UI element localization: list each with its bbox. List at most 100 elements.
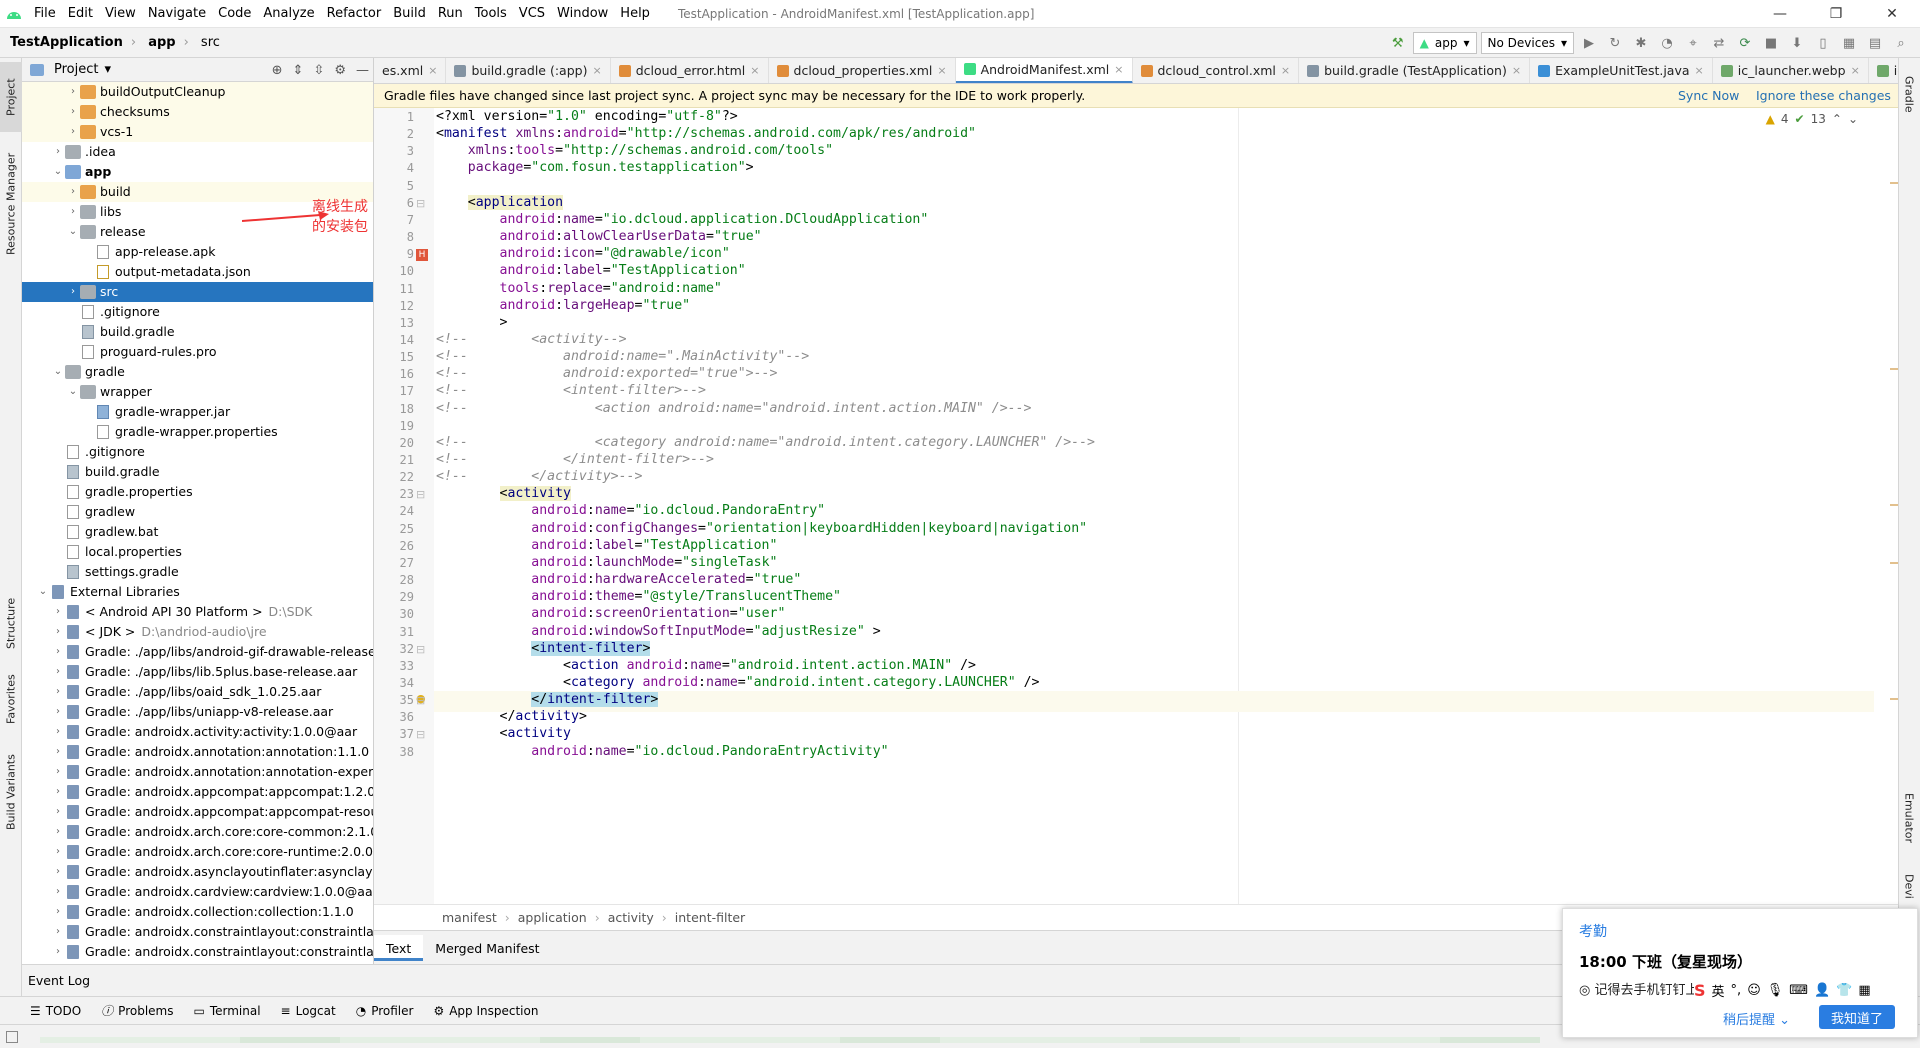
expand-arrow-icon[interactable]: › bbox=[66, 202, 80, 222]
tree-item[interactable]: › Gradle: androidx.appcompat:appcompat-re… bbox=[22, 802, 373, 822]
ignore-changes-link[interactable]: Ignore these changes bbox=[1756, 84, 1891, 108]
menu-tools[interactable]: Tools bbox=[469, 0, 513, 28]
menu-view[interactable]: View bbox=[99, 0, 142, 28]
tool-tab-project[interactable]: Project bbox=[0, 62, 22, 132]
tree-item[interactable]: settings.gradle bbox=[22, 562, 373, 582]
close-tab-icon[interactable]: × bbox=[1512, 64, 1521, 77]
expand-arrow-icon[interactable]: › bbox=[51, 802, 65, 822]
project-structure-icon[interactable]: ▤ bbox=[1864, 32, 1886, 54]
gear-icon[interactable]: ⚙ bbox=[334, 63, 346, 78]
fold-icon[interactable]: ⊟ bbox=[416, 488, 425, 501]
tree-item[interactable]: local.properties bbox=[22, 542, 373, 562]
tree-item[interactable]: gradle-wrapper.jar bbox=[22, 402, 373, 422]
tree-item[interactable]: › Gradle: ./app/libs/android-gif-drawable… bbox=[22, 642, 373, 662]
close-icon[interactable]: ✕ bbox=[1864, 0, 1920, 28]
expand-arrow-icon[interactable]: › bbox=[51, 702, 65, 722]
debug-icon[interactable]: ✱ bbox=[1630, 32, 1652, 54]
tree-item[interactable]: gradlew bbox=[22, 502, 373, 522]
tree-item[interactable]: build.gradle bbox=[22, 322, 373, 342]
event-log-title[interactable]: Event Log bbox=[28, 973, 90, 988]
close-tab-icon[interactable]: × bbox=[1281, 64, 1290, 77]
expand-arrow-icon[interactable]: › bbox=[51, 682, 65, 702]
tree-item[interactable]: ⌄ wrapper bbox=[22, 382, 373, 402]
expand-arrow-icon[interactable]: › bbox=[66, 282, 80, 302]
expand-arrow-icon[interactable]: › bbox=[51, 642, 65, 662]
tree-item[interactable]: › checksums bbox=[22, 102, 373, 122]
tree-item[interactable]: › Gradle: ./app/libs/oaid_sdk_1.0.25.aar bbox=[22, 682, 373, 702]
maximize-icon[interactable]: ❐ bbox=[1808, 0, 1864, 28]
status-toggle-icon[interactable] bbox=[6, 1031, 18, 1043]
editor-tab[interactable]: ExampleUnitTest.java × bbox=[1530, 58, 1713, 83]
hide-icon[interactable]: — bbox=[356, 63, 369, 78]
expand-all-icon[interactable]: ⇕ bbox=[293, 63, 304, 78]
expand-arrow-icon[interactable]: ⌄ bbox=[51, 162, 65, 182]
close-tab-icon[interactable]: × bbox=[750, 64, 759, 77]
tree-item[interactable]: › buildOutputCleanup bbox=[22, 82, 373, 102]
expand-arrow-icon[interactable]: ⌄ bbox=[66, 222, 80, 242]
menu-vcs[interactable]: VCS bbox=[513, 0, 551, 28]
close-tab-icon[interactable]: × bbox=[592, 64, 601, 77]
tree-item[interactable]: › Gradle: androidx.arch.core:core-runtime… bbox=[22, 842, 373, 862]
remind-later-button[interactable]: 稍后提醒 ⌄ bbox=[1723, 1009, 1790, 1028]
code-line[interactable]: package="com.fosun.testapplication"> bbox=[436, 157, 754, 178]
tree-item[interactable]: app-release.apk bbox=[22, 242, 373, 262]
scroll-marker[interactable] bbox=[1890, 368, 1898, 370]
avd-manager-icon[interactable]: ▯ bbox=[1812, 32, 1834, 54]
menu-help[interactable]: Help bbox=[614, 0, 656, 28]
sync-gradle-icon[interactable]: ⟳ bbox=[1734, 32, 1756, 54]
expand-arrow-icon[interactable]: › bbox=[51, 842, 65, 862]
menu-run[interactable]: Run bbox=[432, 0, 469, 28]
expand-arrow-icon[interactable]: ⌄ bbox=[36, 582, 50, 602]
expand-arrow-icon[interactable]: › bbox=[51, 762, 65, 782]
search-icon[interactable]: ⌕ bbox=[1890, 32, 1912, 54]
editor-tab[interactable]: dcloud_error.html × bbox=[611, 58, 769, 83]
tool-tab-resource-manager[interactable]: Resource Manager bbox=[0, 144, 22, 264]
tree-item[interactable]: › vcs-1 bbox=[22, 122, 373, 142]
breadcrumb-intent-filter[interactable]: intent-filter bbox=[675, 910, 745, 925]
minimize-icon[interactable]: — bbox=[1752, 0, 1808, 28]
menu-refactor[interactable]: Refactor bbox=[321, 0, 388, 28]
attach-debugger-icon[interactable]: ⌖ bbox=[1682, 32, 1704, 54]
tree-item[interactable]: gradle.properties bbox=[22, 482, 373, 502]
tree-item[interactable]: .gitignore bbox=[22, 302, 373, 322]
expand-arrow-icon[interactable]: ⌄ bbox=[66, 382, 80, 402]
tree-item[interactable]: › < Android API 30 Platform > D:\SDK bbox=[22, 602, 373, 622]
logcat-tab[interactable]: ≡ Logcat bbox=[281, 1004, 336, 1018]
editor-tab[interactable]: AndroidManifest.xml × bbox=[955, 58, 1133, 83]
tool-tab-device[interactable]: Devi bbox=[1898, 866, 1920, 906]
profile-icon[interactable]: ◔ bbox=[1656, 32, 1678, 54]
expand-arrow-icon[interactable]: › bbox=[51, 882, 65, 902]
expand-arrow-icon[interactable]: › bbox=[51, 622, 65, 642]
expand-arrow-icon[interactable]: › bbox=[66, 122, 80, 142]
editor-tab[interactable]: build.gradle (:app) × bbox=[446, 58, 611, 83]
scroll-marker[interactable] bbox=[1890, 182, 1898, 184]
editor-tab[interactable]: es.xml × bbox=[374, 58, 447, 83]
tab-merged-manifest[interactable]: Merged Manifest bbox=[423, 935, 551, 961]
sync-now-link[interactable]: Sync Now bbox=[1678, 84, 1739, 108]
fold-icon[interactable]: ⊟ bbox=[416, 643, 425, 656]
editor-tab[interactable]: dcloud_properties.xml × bbox=[769, 58, 956, 83]
crumb-project[interactable]: TestApplication bbox=[10, 35, 123, 50]
terminal-tab[interactable]: ▭ Terminal bbox=[193, 1004, 260, 1018]
breadcrumb-manifest[interactable]: manifest bbox=[442, 910, 497, 925]
tree-item[interactable]: › Gradle: androidx.cardview:cardview:1.0.… bbox=[22, 882, 373, 902]
expand-arrow-icon[interactable]: › bbox=[66, 182, 80, 202]
editor-tab[interactable]: ic_launch bbox=[1869, 58, 1898, 83]
menu-build[interactable]: Build bbox=[387, 0, 432, 28]
user-icon[interactable]: 👤 bbox=[1814, 983, 1830, 998]
expand-arrow-icon[interactable]: › bbox=[51, 922, 65, 942]
profiler-tab[interactable]: ◔ Profiler bbox=[356, 1004, 414, 1018]
tree-item[interactable]: output-metadata.json bbox=[22, 262, 373, 282]
expand-arrow-icon[interactable]: › bbox=[51, 722, 65, 742]
hammer-icon[interactable]: ⚒ bbox=[1387, 32, 1409, 54]
tree-item[interactable]: › Gradle: androidx.appcompat:appcompat:1.… bbox=[22, 782, 373, 802]
editor-tab[interactable]: ic_launcher.webp × bbox=[1713, 58, 1869, 83]
menu-code[interactable]: Code bbox=[212, 0, 257, 28]
editor-tab[interactable]: dcloud_control.xml × bbox=[1133, 58, 1300, 83]
punctuation-icon[interactable]: °, bbox=[1731, 983, 1742, 998]
close-tab-icon[interactable]: × bbox=[937, 64, 946, 77]
tree-item[interactable]: .gitignore bbox=[22, 442, 373, 462]
tool-tab-emulator[interactable]: Emulator bbox=[1898, 778, 1920, 858]
fold-icon[interactable]: ⊟ bbox=[416, 728, 425, 741]
tree-item[interactable]: › Gradle: androidx.annotation:annotation-… bbox=[22, 762, 373, 782]
